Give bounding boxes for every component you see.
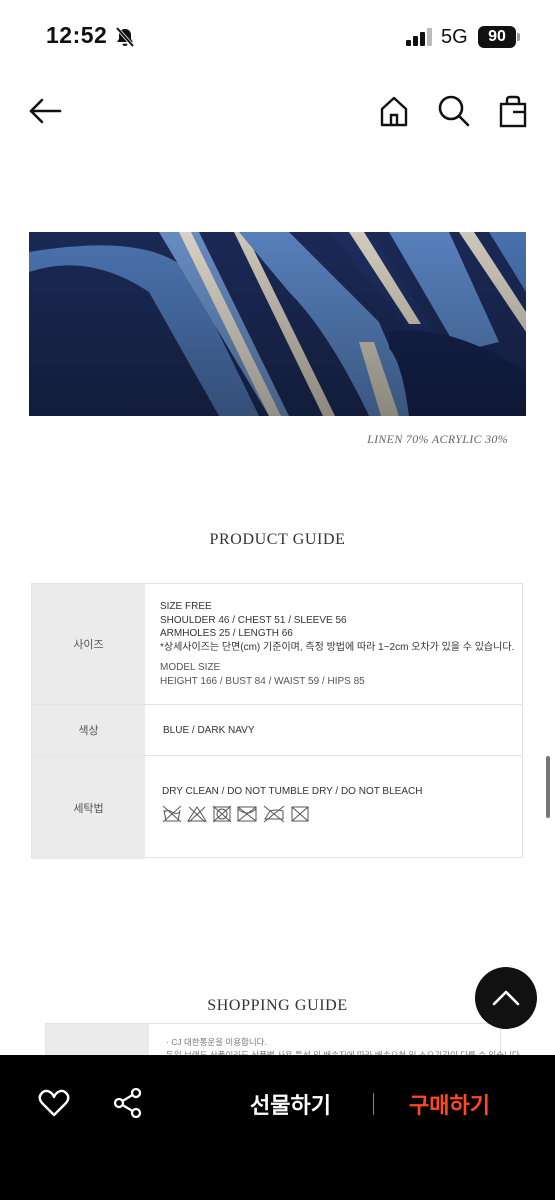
color-value: BLUE / DARK NAVY [163,725,255,736]
product-fabric-image [29,232,526,416]
home-icon[interactable] [377,94,411,128]
no-tumble-dry-icon [212,805,232,822]
shipping-line: · CJ 대한통운을 이용합니다. [166,1037,267,1047]
buy-button[interactable]: 구매하기 [409,1088,490,1120]
status-time: 12:52 [46,22,108,48]
wash-row: 세탁법 DRY CLEAN / DO NOT TUMBLE DRY / DO N… [32,756,522,859]
gift-button[interactable]: 선물하기 [250,1088,331,1120]
material-composition: LINEN 70% ACRYLIC 30% [367,432,508,446]
model-size: HEIGHT 166 / BUST 84 / WAIST 59 / HIPS 8… [160,675,365,687]
search-icon[interactable] [437,94,471,128]
size-row: 사이즈 SIZE FREE SHOULDER 46 / CHEST 51 / S… [32,584,522,705]
network-type: 5G [441,26,468,48]
heart-icon[interactable] [38,1087,70,1119]
product-guide-title: PRODUCT GUIDE [209,531,346,548]
no-bleach-icon [187,805,207,822]
wash-details: DRY CLEAN / DO NOT TUMBLE DRY / DO NOT B… [162,785,422,823]
bell-muted-icon [115,26,135,48]
wash-value: DRY CLEAN / DO NOT TUMBLE DRY / DO NOT B… [162,786,423,797]
scroll-to-top-button[interactable] [475,967,537,1029]
care-icons [162,805,422,823]
model-size-label: MODEL SIZE [160,662,221,673]
shopping-bag-icon[interactable] [496,94,530,128]
battery-indicator: 90 [478,26,516,48]
wash-label: 세탁법 [32,756,145,859]
size-details: SIZE FREE SHOULDER 46 / CHEST 51 / SLEEV… [160,600,514,688]
size-line: SIZE FREE [160,601,212,612]
no-iron-icon [263,805,285,822]
status-bar: 12:52 5G 90 [0,0,555,70]
share-icon[interactable] [112,1087,144,1119]
signal-icon [406,28,432,46]
product-guide-table: 사이즈 SIZE FREE SHOULDER 46 / CHEST 51 / S… [31,583,523,859]
color-row: 색상 BLUE / DARK NAVY [32,705,522,756]
size-line: SHOULDER 46 / CHEST 51 / SLEEVE 56 [160,614,347,626]
back-arrow-icon[interactable] [28,94,62,128]
no-dry-icon [237,806,257,821]
top-nav-bar [0,80,555,140]
no-wash-icon [162,805,182,822]
shopping-guide-title: SHOPPING GUIDE [207,997,348,1014]
size-line: ARMHOLES 25 / LENGTH 66 [160,628,293,639]
page-scrollbar[interactable] [546,756,550,818]
bottom-action-bar: 선물하기 구매하기 [0,1055,555,1200]
battery-tip [517,33,520,41]
size-label: 사이즈 [32,584,145,704]
color-label: 색상 [32,705,145,755]
striped-fabric-picture [29,232,526,416]
no-wring-icon [291,806,309,821]
chevron-up-icon [492,990,520,1006]
size-note: *상세사이즈는 단면(cm) 기준이며, 측정 방법에 따라 1~2cm 오차가… [160,641,515,653]
divider [373,1093,374,1115]
